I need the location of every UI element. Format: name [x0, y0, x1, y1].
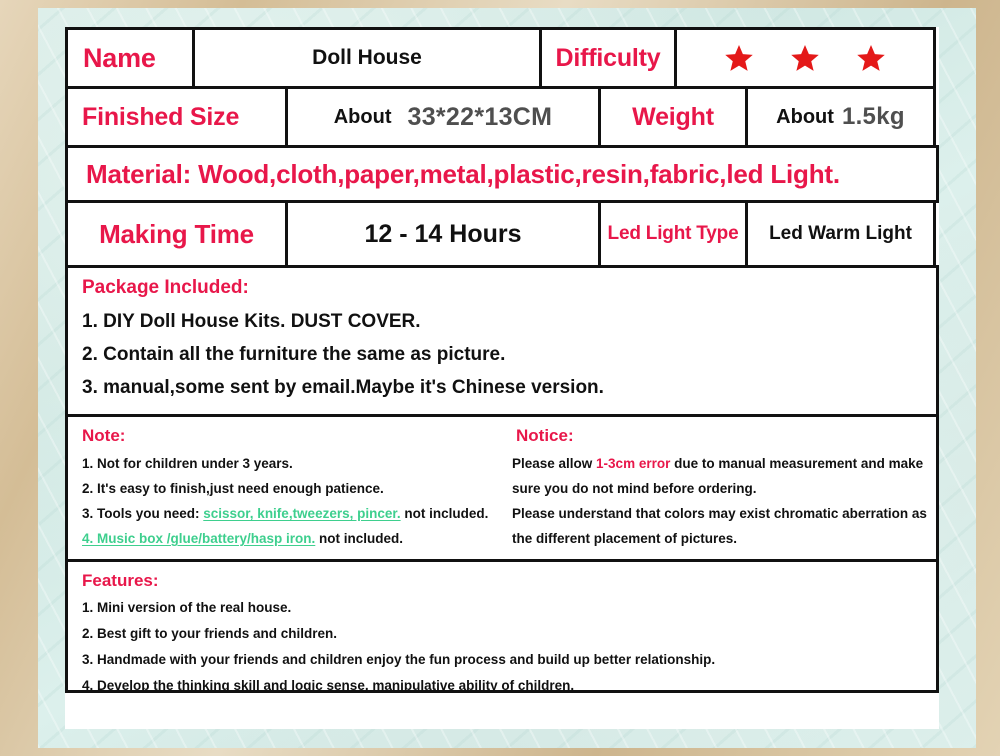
notice-line-1-suffix: due to manual measurement and make: [670, 456, 924, 471]
finished-size-label: Finished Size: [82, 102, 240, 131]
notice-heading: Notice:: [516, 426, 574, 445]
weight-label-cell: Weight: [598, 86, 748, 148]
note-item: 1. Not for children under 3 years.: [82, 456, 293, 471]
feature-item: 3. Handmade with your friends and childr…: [82, 652, 716, 667]
note-item: 3. Tools you need: scissor, knife,tweeze…: [82, 501, 502, 526]
specification-table: Name Doll House Difficulty Finished Size…: [65, 27, 939, 729]
note-item-4-suffix: not included.: [315, 531, 404, 546]
note-tools-highlight: scissor, knife,tweezers, pincer.: [203, 506, 401, 521]
note-column: Note: 1. Not for children under 3 years.…: [68, 426, 502, 559]
package-item: 1. DIY Doll House Kits. DUST COVER.: [82, 311, 421, 332]
table-row: Finished Size About 33*22*13CM Weight Ab…: [65, 86, 939, 148]
making-time-label-cell: Making Time: [65, 200, 288, 268]
led-light-type-label: Led Light Type: [607, 223, 739, 244]
note-item: 4. Music box /glue/battery/hasp iron. no…: [82, 526, 502, 551]
difficulty-label-cell: Difficulty: [539, 27, 677, 89]
star-icon: [725, 45, 753, 71]
star-icon: [791, 45, 819, 71]
note-item: 2. It's easy to finish,just need enough …: [82, 481, 384, 496]
feature-item: 4. Develop the thinking skill and logic …: [82, 678, 575, 693]
notice-line: Please allow 1-3cm error due to manual m…: [512, 451, 936, 476]
making-time-value-cell: 12 - 14 Hours: [285, 200, 601, 268]
feature-item: 2. Best gift to your friends and childre…: [82, 626, 338, 641]
material-text: Material: Wood,cloth,paper,metal,plastic…: [86, 158, 840, 189]
finished-size-label-cell: Finished Size: [65, 86, 288, 148]
table-row: Name Doll House Difficulty: [65, 27, 939, 89]
finished-size-about: About: [333, 105, 392, 128]
star-icon: [857, 45, 885, 71]
note-item-3-suffix: not included.: [400, 506, 489, 521]
material-cell: Material: Wood,cloth,paper,metal,plastic…: [65, 145, 939, 203]
feature-item: 1. Mini version of the real house.: [82, 600, 292, 615]
name-label-cell: Name: [65, 27, 195, 89]
features-section: Features: 1. Mini version of the real ho…: [65, 559, 939, 693]
product-spec-image: Name Doll House Difficulty Finished Size…: [0, 0, 1000, 756]
notice-line: Please understand that colors may exist …: [512, 506, 927, 521]
weight-value: 1.5kg: [841, 103, 905, 130]
weight-label: Weight: [632, 102, 714, 131]
notice-column: Notice: Please allow 1-3cm error due to …: [502, 426, 936, 559]
package-included-section: Package Included: 1. DIY Doll House Kits…: [65, 265, 939, 417]
notice-error-highlight: 1-3cm error: [596, 456, 671, 471]
features-heading: Features:: [82, 571, 159, 590]
package-item: 2. Contain all the furniture the same as…: [82, 344, 506, 365]
difficulty-label: Difficulty: [555, 43, 661, 72]
name-value: Doll House: [312, 46, 422, 69]
note-heading: Note:: [82, 426, 126, 445]
difficulty-value-cell: [674, 27, 936, 89]
making-time-label: Making Time: [99, 218, 254, 249]
led-light-type-label-cell: Led Light Type: [598, 200, 748, 268]
difficulty-star-rating: [724, 43, 886, 73]
finished-size-value: 33*22*13CM: [407, 102, 553, 131]
led-light-type-value: Led Warm Light: [769, 223, 912, 244]
notice-line: sure you do not mind before ordering.: [512, 481, 757, 496]
name-label: Name: [83, 42, 156, 73]
table-row: Making Time 12 - 14 Hours Led Light Type…: [65, 200, 939, 268]
weight-about: About: [776, 105, 834, 128]
notice-line-1-prefix: Please allow: [512, 456, 597, 471]
note-accessories-highlight: 4. Music box /glue/battery/hasp iron.: [82, 531, 316, 546]
weight-value-cell: About 1.5kg: [745, 86, 936, 148]
package-item: 3. manual,some sent by email.Maybe it's …: [82, 377, 604, 398]
name-value-cell: Doll House: [192, 27, 542, 89]
note-item-3-prefix: 3. Tools you need:: [82, 506, 204, 521]
note-and-notice-section: Note: 1. Not for children under 3 years.…: [65, 414, 939, 562]
making-time-value: 12 - 14 Hours: [364, 219, 522, 248]
led-light-type-value-cell: Led Warm Light: [745, 200, 936, 268]
finished-size-value-cell: About 33*22*13CM: [285, 86, 601, 148]
package-included-heading: Package Included:: [82, 277, 249, 298]
table-row: Material: Wood,cloth,paper,metal,plastic…: [65, 145, 939, 203]
notice-line: the different placement of pictures.: [512, 531, 738, 546]
